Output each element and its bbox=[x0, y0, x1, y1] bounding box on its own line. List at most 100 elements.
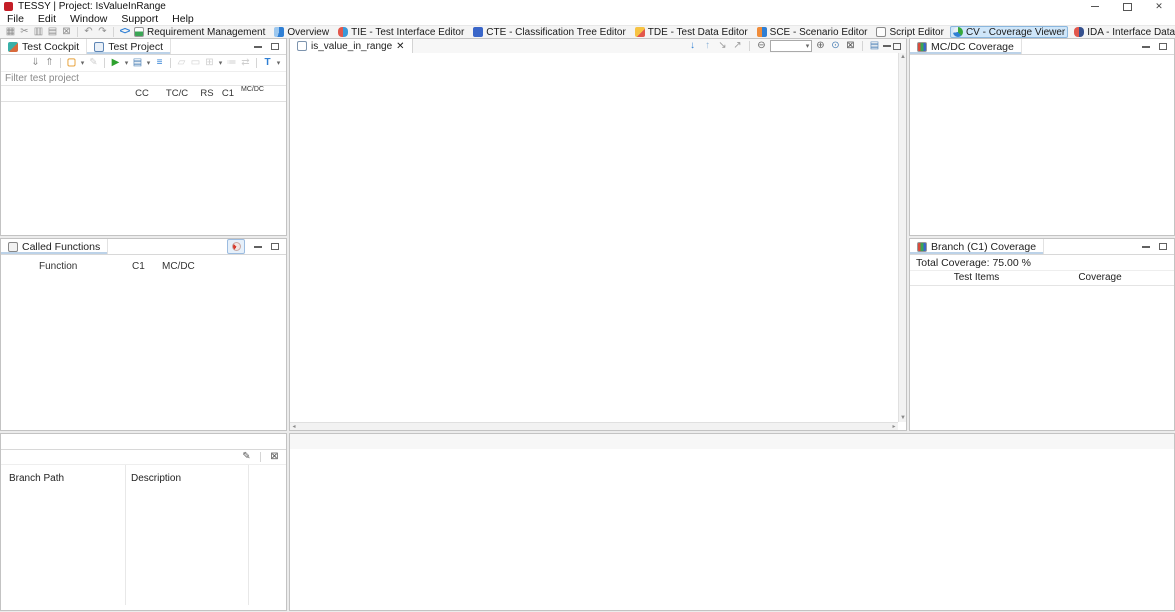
dropdown-caret-icon[interactable] bbox=[123, 59, 130, 67]
cut-icon[interactable] bbox=[18, 26, 31, 38]
coverage-filter-toggle-button[interactable] bbox=[227, 239, 245, 254]
import-icon[interactable] bbox=[29, 57, 42, 69]
test-project-column-headers: CC TC/C RS C1 MC/DC bbox=[1, 86, 286, 102]
perspective-overview[interactable]: Overview bbox=[271, 26, 332, 38]
delete-icon[interactable] bbox=[268, 451, 281, 463]
requirement-management-icon bbox=[134, 27, 144, 37]
dis3-icon[interactable] bbox=[203, 57, 216, 69]
maximize-panel-icon[interactable] bbox=[271, 243, 279, 250]
perspective-sce-scenario-editor[interactable]: SCE - Scenario Editor bbox=[754, 26, 871, 38]
dis5-icon[interactable] bbox=[239, 57, 252, 69]
tab-is-value-in-range[interactable]: is_value_in_range ✕ bbox=[290, 39, 413, 53]
code-editor[interactable] bbox=[290, 449, 1174, 610]
perspective-ida-interface-data-assigner[interactable]: IDA - Interface Data Assigner bbox=[1071, 26, 1175, 38]
dropdown-caret-icon[interactable] bbox=[145, 59, 152, 67]
perspective-cv-coverage-viewer[interactable]: CV - Coverage Viewer bbox=[950, 26, 1068, 38]
dropdown-caret-icon[interactable] bbox=[79, 59, 86, 67]
dropdown-caret-icon[interactable] bbox=[217, 59, 224, 67]
separator bbox=[256, 58, 257, 68]
copy-icon[interactable] bbox=[32, 26, 45, 38]
edit-dis-icon[interactable] bbox=[87, 57, 100, 69]
marker-icon[interactable] bbox=[65, 57, 78, 69]
minimize-panel-icon[interactable] bbox=[254, 246, 262, 248]
separator bbox=[749, 41, 750, 51]
column-divider bbox=[248, 465, 249, 605]
window-close-button[interactable]: ✕ bbox=[1143, 0, 1175, 13]
export-icon[interactable] bbox=[43, 57, 56, 69]
zoom-reset-icon[interactable] bbox=[829, 40, 842, 52]
menu-file[interactable]: File bbox=[0, 13, 31, 25]
redo-icon[interactable] bbox=[96, 26, 109, 38]
run-icon[interactable] bbox=[109, 57, 122, 69]
dis1-icon[interactable] bbox=[175, 57, 188, 69]
tab-test-project[interactable]: Test Project bbox=[87, 39, 171, 54]
tab-test-cockpit[interactable]: Test Cockpit bbox=[1, 39, 87, 54]
column-header-function: Function bbox=[39, 261, 77, 272]
close-tab-icon[interactable]: ✕ bbox=[396, 41, 404, 52]
clear-icon[interactable] bbox=[844, 40, 857, 52]
column-header-coverage: Coverage bbox=[1045, 272, 1155, 283]
filter-icon[interactable] bbox=[261, 57, 274, 69]
minimize-panel-icon[interactable] bbox=[883, 45, 891, 47]
delete-icon[interactable] bbox=[60, 26, 73, 38]
goto-next-icon[interactable] bbox=[716, 40, 729, 52]
maximize-panel-icon[interactable] bbox=[893, 43, 901, 50]
edit-icon[interactable] bbox=[240, 451, 253, 463]
zoom-level-combobox[interactable] bbox=[770, 40, 812, 52]
tab-called-functions[interactable]: Called Functions bbox=[1, 239, 108, 254]
column-header-tcc: TC/C bbox=[157, 88, 197, 99]
column-divider bbox=[125, 465, 126, 605]
paste-icon[interactable] bbox=[46, 26, 59, 38]
report-icon[interactable] bbox=[131, 57, 144, 69]
branch-coverage-icon bbox=[917, 242, 927, 252]
column-header-test-items: Test Items bbox=[910, 272, 1043, 283]
perspective-script-editor[interactable]: Script Editor bbox=[873, 26, 946, 38]
maximize-panel-icon[interactable] bbox=[271, 43, 279, 50]
report-icon[interactable] bbox=[868, 40, 881, 52]
overview-icon bbox=[274, 27, 284, 37]
perspective-label: CV - Coverage Viewer bbox=[966, 27, 1065, 38]
maximize-panel-icon[interactable] bbox=[1159, 43, 1167, 50]
minimize-panel-icon[interactable] bbox=[1142, 246, 1150, 248]
filter-test-project-input[interactable] bbox=[1, 73, 286, 84]
window-restore-button[interactable] bbox=[1111, 0, 1143, 13]
perspective-requirement-management[interactable]: Requirement Management bbox=[131, 26, 268, 38]
panel-controls bbox=[254, 43, 286, 50]
app-window: TESSY | Project: IsValueInRange ✕ FileEd… bbox=[0, 0, 1175, 612]
tab-mcdc-coverage[interactable]: MC/DC Coverage bbox=[910, 39, 1022, 54]
undo-icon[interactable] bbox=[82, 26, 95, 38]
zoom-out-icon[interactable] bbox=[755, 40, 768, 52]
zoom-in-icon[interactable] bbox=[814, 40, 827, 52]
dropdown-caret-icon[interactable] bbox=[275, 59, 282, 67]
tab-branch-coverage[interactable]: Branch (C1) Coverage bbox=[910, 239, 1044, 254]
save-icon[interactable] bbox=[4, 26, 17, 38]
maximize-panel-icon[interactable] bbox=[1159, 243, 1167, 250]
flow-chart-editor-panel: is_value_in_range ✕ bbox=[289, 38, 907, 431]
window-minimize-button[interactable] bbox=[1079, 0, 1111, 13]
horizontal-scrollbar[interactable]: ◂▸ bbox=[290, 422, 898, 430]
menu-help[interactable]: Help bbox=[165, 13, 201, 25]
dis2-icon[interactable] bbox=[189, 57, 202, 69]
next-uncovered-icon[interactable] bbox=[686, 40, 699, 52]
previous-uncovered-icon[interactable] bbox=[701, 40, 714, 52]
goto-previous-icon[interactable] bbox=[731, 40, 744, 52]
flow-chart-canvas[interactable] bbox=[290, 53, 898, 422]
perspective-tde-test-data-editor[interactable]: TDE - Test Data Editor bbox=[632, 26, 751, 38]
dis4-icon[interactable] bbox=[225, 57, 238, 69]
minimize-panel-icon[interactable] bbox=[1142, 46, 1150, 48]
menu-support[interactable]: Support bbox=[114, 13, 165, 25]
menu-edit[interactable]: Edit bbox=[31, 13, 63, 25]
menu-window[interactable]: Window bbox=[63, 13, 114, 25]
minimize-panel-icon[interactable] bbox=[254, 46, 262, 48]
column-header-c1: C1 bbox=[132, 261, 145, 272]
perspective-cte-classification-tree-editor[interactable]: CTE - Classification Tree Editor bbox=[470, 26, 629, 38]
ida-icon bbox=[1074, 27, 1084, 37]
tessy-logo-icon bbox=[4, 2, 13, 11]
dropdown-caret-icon bbox=[804, 42, 811, 50]
column-header-mcdc: MC/DC bbox=[162, 261, 195, 272]
vertical-scrollbar[interactable]: ▲▼ bbox=[898, 53, 906, 422]
code-editor-icon[interactable] bbox=[118, 26, 131, 38]
layers-icon[interactable] bbox=[153, 57, 166, 69]
perspective-tie-test-interface-editor[interactable]: TIE - Test Interface Editor bbox=[335, 26, 467, 38]
column-header-cc: CC bbox=[129, 88, 155, 99]
